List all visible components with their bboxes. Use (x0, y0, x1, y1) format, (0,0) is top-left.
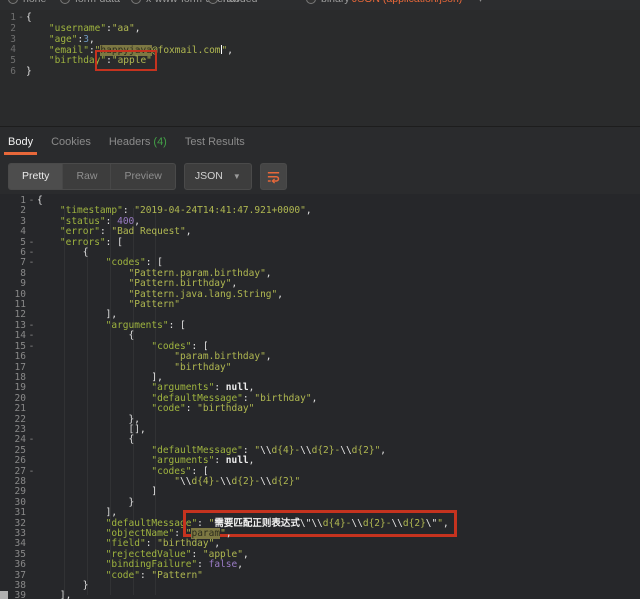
radio-option-none[interactable]: none (8, 0, 46, 5)
fold-gutter (26, 394, 37, 404)
fold-gutter (16, 24, 26, 35)
chevron-down-icon: ▾ (478, 0, 483, 5)
code-line: 5- "errors": [ (0, 237, 640, 248)
view-mode-group: Pretty Raw Preview (8, 162, 176, 190)
code-line: 39 ], (0, 591, 640, 599)
code-line: 38 } (0, 580, 640, 591)
tab-headers[interactable]: Headers (4) (109, 136, 167, 148)
fold-gutter (26, 571, 37, 581)
fold-gutter (26, 217, 37, 227)
fold-gutter (26, 477, 37, 487)
fold-gutter (16, 35, 26, 46)
fold-toggle-icon[interactable]: - (26, 466, 37, 477)
indent-guide (86, 208, 88, 595)
fold-gutter (26, 352, 37, 362)
fold-gutter (26, 290, 37, 300)
radio-icon (208, 0, 218, 4)
line-number: 2 (10, 22, 16, 34)
response-toolbar: Pretty Raw Preview JSON ▼ (0, 158, 640, 194)
radio-label: binary (321, 0, 350, 5)
indent-guide (155, 208, 157, 595)
fold-gutter (26, 373, 37, 383)
postman-window: none form-data x-www-form-urlencoded raw… (0, 0, 640, 599)
fold-gutter (26, 487, 37, 497)
line-number: 16 (14, 351, 26, 363)
content-type-label: JSON (application/json) (352, 0, 462, 5)
fold-gutter (26, 581, 37, 591)
fold-gutter (26, 279, 37, 289)
response-tabs-bar: Body Cookies Headers (4) Test Results (0, 126, 640, 158)
radio-label: raw (223, 0, 240, 5)
code-line: 2 "username":"aa", (0, 22, 640, 35)
response-body-editor[interactable]: 1-{2 "timestamp": "2019-04-24T14:41:47.9… (0, 194, 640, 599)
tab-cookies[interactable]: Cookies (51, 136, 91, 148)
radio-icon (8, 0, 18, 4)
preview-button[interactable]: Preview (110, 163, 174, 189)
radio-option-form-data[interactable]: form-data (60, 0, 120, 5)
fold-gutter (26, 404, 37, 414)
fold-gutter (26, 269, 37, 279)
radio-label: x-www-form-urlencoded (146, 0, 257, 5)
fold-gutter (26, 446, 37, 456)
fold-gutter (26, 300, 37, 310)
annotation-red-box: ":"apple" (95, 50, 157, 72)
chevron-down-icon: ▼ (232, 171, 241, 181)
radio-icon (60, 0, 70, 4)
radio-icon (131, 0, 141, 4)
format-dropdown[interactable]: JSON ▼ (183, 162, 252, 190)
request-body-editor[interactable]: 1-{2 "username":"aa", 3 "age":3, 4 "email"… (0, 10, 640, 126)
fold-toggle-icon[interactable]: - (26, 258, 37, 269)
fold-gutter (26, 415, 37, 425)
fold-gutter (26, 363, 37, 373)
fold-gutter (26, 529, 37, 539)
pretty-button[interactable]: Pretty (9, 163, 63, 189)
fold-toggle-icon[interactable]: - (26, 341, 37, 352)
wrap-text-button[interactable] (259, 162, 287, 190)
content-type-selector[interactable]: JSON (application/json) ▾ (352, 0, 483, 5)
fold-gutter (26, 519, 37, 529)
tab-test-results[interactable]: Test Results (185, 136, 245, 148)
selection-highlight: param (191, 528, 221, 539)
radio-option-binary[interactable]: binary (306, 0, 350, 5)
scrollbar-thumb[interactable] (0, 591, 8, 599)
indent-guide (63, 208, 65, 595)
fold-gutter (26, 456, 37, 466)
radio-label: none (23, 0, 46, 5)
fold-gutter (26, 206, 37, 216)
fold-gutter (16, 45, 26, 56)
radio-icon (306, 0, 316, 4)
fold-gutter (26, 539, 37, 549)
line-number: 26 (14, 455, 26, 467)
code-line: 3 "age":3, (0, 34, 640, 46)
wrap-text-icon (267, 171, 279, 184)
line-number: 6 (10, 65, 16, 77)
code-line: 5 "birthday":"apple" (0, 50, 640, 72)
fold-gutter (26, 550, 37, 560)
format-dropdown-label: JSON (194, 170, 223, 182)
code-line: 6} (0, 65, 640, 78)
fold-toggle-icon[interactable]: - (26, 434, 37, 445)
fold-gutter (26, 508, 37, 518)
fold-gutter (16, 67, 26, 78)
radio-label: form-data (75, 0, 120, 5)
fold-toggle-icon[interactable]: - (16, 12, 26, 24)
indent-guide (132, 208, 134, 595)
fold-gutter (16, 56, 26, 67)
headers-count-badge: (4) (153, 136, 167, 148)
raw-button[interactable]: Raw (62, 163, 110, 189)
fold-gutter (26, 560, 37, 570)
annotation-red-box: ": "需要匹配正则表达式\"\\d{4}-\\d{2}-\\d{2}\"", (183, 509, 457, 537)
fold-toggle-icon[interactable]: - (26, 195, 37, 206)
fold-gutter (26, 591, 37, 599)
line-number: 21 (14, 403, 26, 415)
indent-guide (109, 208, 111, 595)
code-line: 37 "code": "Pattern" (0, 570, 640, 581)
fold-gutter (26, 498, 37, 508)
radio-option-raw[interactable]: raw (208, 0, 240, 5)
fold-gutter (26, 383, 37, 393)
tab-body[interactable]: Body (3, 136, 38, 155)
